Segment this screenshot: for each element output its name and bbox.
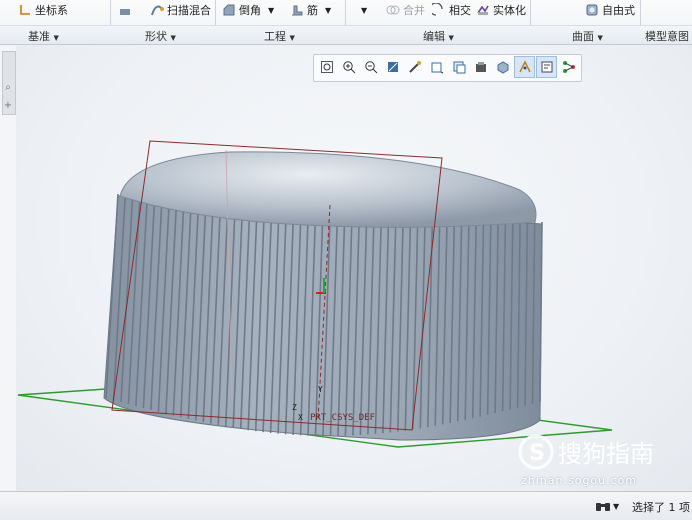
watermark-url: zhinan.sogou.com: [521, 474, 638, 487]
named-views-icon: [475, 62, 486, 72]
view-toolbar: [313, 54, 582, 82]
saved-orientations-button[interactable]: [448, 56, 469, 78]
spin-center-icon: [408, 61, 421, 73]
refit-icon: [320, 61, 333, 73]
sogou-watermark: S 搜狗指南: [518, 434, 654, 470]
repaint-icon: [387, 62, 398, 72]
datum-display-icon: [518, 60, 531, 73]
spin-mode-button[interactable]: [558, 56, 579, 78]
csys-label: PRT_CSYS_DEF: [310, 413, 375, 423]
binoculars-icon: [596, 503, 610, 511]
spin-center-button[interactable]: [404, 56, 425, 78]
zoom-out-button[interactable]: [360, 56, 381, 78]
annotation-display-button[interactable]: [536, 56, 557, 78]
saved-orientations-icon: [453, 61, 465, 74]
datum-display-button[interactable]: [514, 56, 535, 78]
named-views-button[interactable]: [470, 56, 491, 78]
chevron-down-icon: ▼: [613, 501, 620, 511]
display-style-button[interactable]: [426, 56, 447, 78]
selection-filter-button[interactable]: ▼: [595, 498, 625, 514]
repaint-button[interactable]: [382, 56, 403, 78]
annotation-display-icon: [541, 61, 552, 73]
status-bar: ▼ 选择了 1 项: [0, 491, 692, 520]
zoom-in-button[interactable]: [338, 56, 359, 78]
view-manager-icon: [497, 61, 508, 74]
zoom-in-icon: [342, 61, 355, 74]
watermark-text: 搜狗指南: [558, 440, 654, 468]
display-style-icon: [431, 62, 443, 74]
axis-x-label: X: [298, 413, 303, 422]
zoom-out-icon: [364, 61, 377, 74]
refit-button[interactable]: [316, 56, 337, 78]
view-manager-button[interactable]: [492, 56, 513, 78]
sogou-logo-letter: S: [529, 441, 545, 466]
axis-z-label: Z: [292, 403, 297, 412]
status-message: 选择了 1 项: [632, 501, 690, 514]
axis-y-label: Y: [318, 385, 323, 394]
spin-mode-icon: [562, 61, 575, 73]
